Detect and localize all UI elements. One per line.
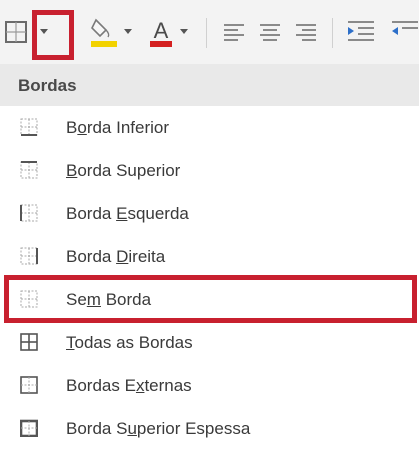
menu-item-border-left[interactable]: Borda Esquerda (0, 192, 419, 234)
menu-item-label: Borda Inferior (66, 118, 170, 137)
menu-item-thick-top-border[interactable]: Borda Superior Espessa (0, 407, 419, 449)
align-left-icon[interactable] (222, 20, 246, 44)
toolbar-separator (332, 18, 333, 48)
menu-item-label: Borda Direita (66, 247, 166, 266)
menu-item-border-bottom[interactable]: Borda Inferior (0, 106, 419, 148)
toolbar-separator (206, 18, 207, 48)
all-borders-icon (20, 333, 38, 351)
menu-item-border-top[interactable]: Borda Superior (0, 149, 419, 191)
border-left-icon (20, 204, 38, 222)
indent-icon[interactable] (346, 18, 376, 46)
menu-item-border-right[interactable]: Borda Direita (0, 235, 419, 277)
svg-text:A: A (154, 18, 169, 43)
dropdown-highlight-frame (32, 10, 74, 60)
menu-item-label: Borda Superior Espessa (66, 419, 251, 438)
menu-item-outside-borders[interactable]: Bordas Externas (0, 364, 419, 406)
align-right-icon[interactable] (294, 20, 318, 44)
menu-item-label: Borda Superior (66, 161, 181, 180)
menu-item-all-borders[interactable]: Todas as Bordas (0, 321, 419, 363)
outdent-icon[interactable] (390, 18, 419, 46)
menu-item-label: Todas as Bordas (66, 333, 193, 352)
border-top-icon (20, 161, 38, 179)
font-color-dropdown-icon[interactable] (180, 29, 188, 34)
fill-color-dropdown-icon[interactable] (124, 29, 132, 34)
border-right-icon (20, 247, 38, 265)
menu-item-label: Bordas Externas (66, 376, 192, 395)
align-center-icon[interactable] (258, 20, 282, 44)
font-color-icon[interactable]: A (146, 14, 176, 50)
menu-item-label: Borda Esquerda (66, 204, 189, 223)
outside-borders-icon (20, 376, 38, 394)
thick-top-border-icon (19, 419, 39, 438)
border-bottom-icon (20, 118, 38, 136)
fill-color-icon[interactable] (88, 14, 120, 50)
menu-header: Bordas (0, 64, 419, 106)
borders-icon[interactable] (4, 20, 28, 44)
selected-item-highlight-frame (4, 275, 417, 323)
ribbon-toolbar: A (0, 0, 419, 64)
borders-menu: Bordas Borda Inferior Borda Superior Borda… (0, 64, 419, 447)
menu-title: Bordas (18, 76, 77, 95)
